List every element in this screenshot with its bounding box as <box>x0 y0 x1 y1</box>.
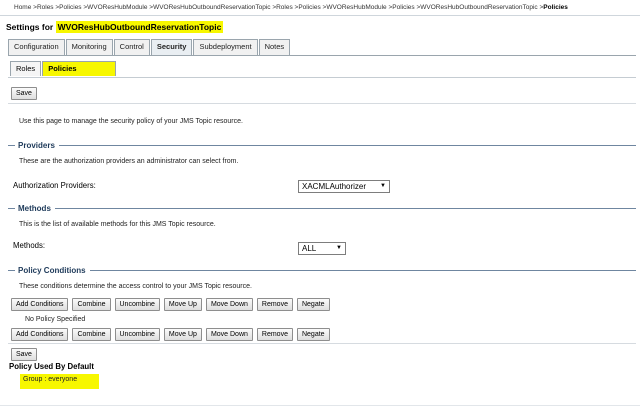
section-dash <box>8 208 15 209</box>
section-rule <box>89 270 636 271</box>
subtabs-divider <box>8 77 636 78</box>
move-down-button[interactable]: Move Down <box>205 328 253 341</box>
methods-value: ALL <box>302 244 317 253</box>
section-rule <box>58 145 636 146</box>
save-button-top[interactable]: Save <box>11 87 37 100</box>
methods-label: Methods: <box>13 241 46 250</box>
methods-description: This is the list of available methods fo… <box>19 221 216 228</box>
no-policy-text: No Policy Specified <box>25 316 86 323</box>
tab-subdeployment[interactable]: Subdeployment <box>193 39 258 55</box>
tab-security[interactable]: Security <box>150 39 193 55</box>
combine-button[interactable]: Combine <box>72 328 111 341</box>
remove-button[interactable]: Remove <box>256 298 293 311</box>
negate-button[interactable]: Negate <box>296 298 330 311</box>
tab-monitoring[interactable]: Monitoring <box>65 39 113 55</box>
combine-button[interactable]: Combine <box>72 298 111 311</box>
negate-button[interactable]: Negate <box>296 328 330 341</box>
save-button-bottom[interactable]: Save <box>11 348 37 361</box>
policy-conditions-title: Policy Conditions <box>18 266 86 275</box>
tab-configuration[interactable]: Configuration <box>8 39 65 55</box>
providers-title: Providers <box>18 141 55 150</box>
main-tabs: Configuration Monitoring Control Securit… <box>8 39 291 55</box>
dropdown-arrow-icon: ▼ <box>336 245 342 251</box>
breadcrumb-path[interactable]: Home >Roles >Policies >WVOResHubModule >… <box>14 4 543 11</box>
default-policy-value: Group : everyone <box>20 374 100 389</box>
page-title-resource: WVOResHubOutboundReservationTopic <box>55 21 224 33</box>
section-rule <box>54 208 636 209</box>
section-dash <box>8 145 15 146</box>
subtab-roles[interactable]: Roles <box>10 61 42 76</box>
page-title-prefix: Settings for <box>6 22 54 32</box>
intro-text: Use this page to manage the security pol… <box>19 118 243 125</box>
authorization-providers-value: XACMLAuthorizer <box>302 182 367 191</box>
breadcrumb-current: Policies <box>543 4 568 11</box>
methods-select[interactable]: ALL ▼ <box>298 242 346 255</box>
policy-conditions-section-header: Policy Conditions <box>8 266 636 275</box>
add-conditions-button[interactable]: Add Conditions <box>11 328 69 341</box>
uncombine-button[interactable]: Uncombine <box>114 328 160 341</box>
section-dash <box>8 270 15 271</box>
methods-section-header: Methods <box>8 204 636 213</box>
policy-conditions-description: These conditions determine the access co… <box>19 283 252 290</box>
header-divider <box>0 15 640 16</box>
subtab-policies[interactable]: Policies <box>42 61 116 76</box>
move-up-button[interactable]: Move Up <box>163 298 202 311</box>
dropdown-arrow-icon: ▼ <box>380 183 386 189</box>
providers-section-header: Providers <box>8 141 636 150</box>
tab-control[interactable]: Control <box>113 39 150 55</box>
breadcrumb: Home >Roles >Policies >WVOResHubModule >… <box>14 4 568 11</box>
policy-conditions-toolbar-top: Add Conditions Combine Uncombine Move Up… <box>11 298 330 311</box>
conditions-divider <box>8 343 636 344</box>
move-up-button[interactable]: Move Up <box>163 328 202 341</box>
authorization-providers-select[interactable]: XACMLAuthorizer ▼ <box>298 180 390 193</box>
methods-title: Methods <box>18 204 51 213</box>
default-policy-title: Policy Used By Default <box>9 362 94 371</box>
add-conditions-button[interactable]: Add Conditions <box>11 298 69 311</box>
policy-conditions-toolbar-bottom: Add Conditions Combine Uncombine Move Up… <box>11 328 330 341</box>
authorization-providers-label: Authorization Providers: <box>13 181 96 190</box>
tabs-divider <box>8 55 636 56</box>
remove-button[interactable]: Remove <box>256 328 293 341</box>
save-divider <box>8 103 636 104</box>
sub-tabs: Roles Policies <box>10 61 117 76</box>
move-down-button[interactable]: Move Down <box>205 298 253 311</box>
tab-notes[interactable]: Notes <box>258 39 291 55</box>
footer-divider <box>0 405 640 406</box>
uncombine-button[interactable]: Uncombine <box>114 298 160 311</box>
providers-description: These are the authorization providers an… <box>19 158 239 165</box>
page-title: Settings for WVOResHubOutboundReservatio… <box>6 21 224 33</box>
